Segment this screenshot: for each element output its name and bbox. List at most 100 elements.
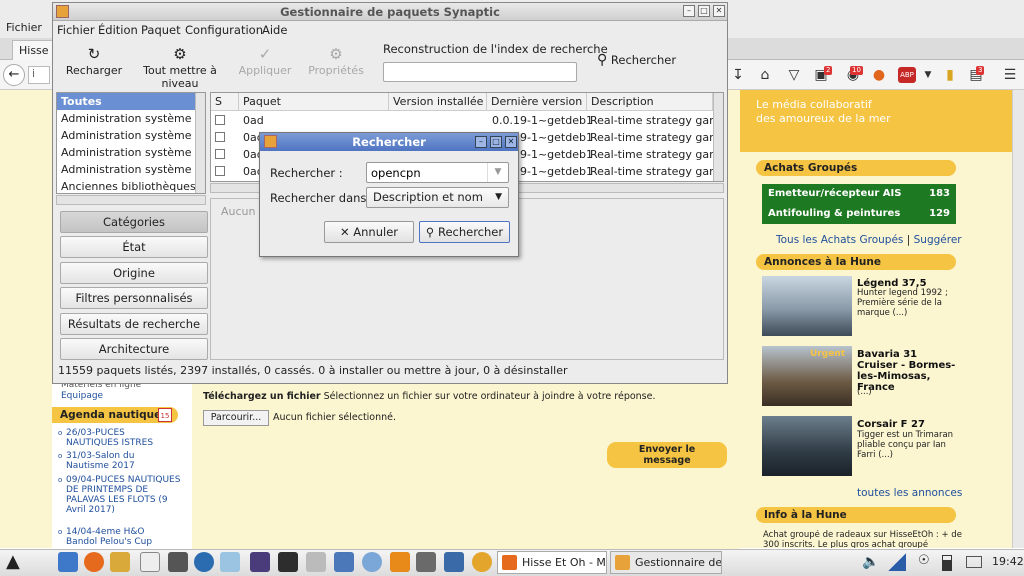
chevron-down-icon[interactable]: ▼ xyxy=(918,65,938,85)
mixer-icon[interactable] xyxy=(416,552,436,572)
annonces-all-link[interactable]: toutes les annonces xyxy=(857,487,962,499)
pocket-icon[interactable]: ▽ xyxy=(784,65,804,85)
maximize-icon[interactable]: □ xyxy=(698,5,710,17)
url-bar[interactable]: i xyxy=(28,66,50,84)
search-button[interactable]: ⚲ Rechercher xyxy=(419,221,510,243)
package-checkbox[interactable] xyxy=(215,115,225,125)
synaptic-launcher-icon[interactable] xyxy=(472,552,492,572)
category-item[interactable]: Administration système (r xyxy=(57,144,195,161)
package-scrollbar[interactable] xyxy=(713,93,723,181)
category-item[interactable]: Administration système (n xyxy=(57,127,195,144)
category-item[interactable]: Administration système xyxy=(57,110,195,127)
achats-suggest-link[interactable]: Suggérer xyxy=(914,234,962,246)
bullet-icon: o xyxy=(58,476,63,484)
filter-search-results-button[interactable]: Résultats de recherche xyxy=(60,313,208,335)
vlc-icon[interactable] xyxy=(390,552,410,572)
column-header-installed[interactable]: Version installée xyxy=(389,93,487,111)
achats-all-link[interactable]: Tous les Achats Groupés xyxy=(776,234,903,246)
brush-icon[interactable] xyxy=(168,552,188,572)
bookmark-icon[interactable]: ▮ xyxy=(940,65,960,85)
category-item[interactable]: Anciennes bibliothèques xyxy=(57,178,195,193)
category-scrollbar[interactable] xyxy=(195,93,205,193)
achats-row[interactable]: Antifouling & peintures 129 xyxy=(768,208,950,219)
ad-title[interactable]: Corsair F 27 xyxy=(857,419,957,430)
close-icon[interactable]: ✕ xyxy=(713,5,725,17)
dialog-maximize-icon[interactable]: □ xyxy=(490,136,502,148)
table-row[interactable]: 0ad 0.0.19-1~getdeb1 Real-time strategy ga… xyxy=(211,112,723,129)
agenda-item[interactable]: 26/03-PUCES NAUTIQUES ISTRES xyxy=(66,428,166,448)
night-icon[interactable] xyxy=(250,552,270,572)
cancel-button[interactable]: ✕ Annuler xyxy=(324,221,414,243)
app-icon-2[interactable] xyxy=(362,552,382,572)
package-checkbox[interactable] xyxy=(215,166,225,176)
calculator-icon[interactable] xyxy=(306,552,326,572)
sailboat-icon[interactable] xyxy=(220,552,240,572)
ad-photo[interactable] xyxy=(762,416,852,476)
package-checkbox[interactable] xyxy=(215,132,225,142)
apply-button[interactable]: ✓ Appliquer xyxy=(236,44,294,77)
search-toolbar-button[interactable]: ⚲ Rechercher xyxy=(597,52,676,68)
terminal-icon[interactable] xyxy=(278,552,298,572)
taskbar-task-synaptic[interactable]: Gestionnaire de ... xyxy=(610,551,722,574)
files-icon[interactable] xyxy=(58,552,78,572)
editor-icon[interactable] xyxy=(140,552,160,572)
info-text: Achat groupé de radeaux sur HisseEtOh : … xyxy=(763,530,962,548)
home-icon[interactable]: ⌂ xyxy=(755,65,775,85)
extension-icon-3[interactable]: ● xyxy=(869,65,889,85)
dialog-close-icon[interactable]: ✕ xyxy=(505,136,517,148)
agenda-item[interactable]: 09/04-PUCES NAUTIQUES DE PRINTEMPS DE PA… xyxy=(66,475,184,515)
category-item[interactable]: Administration système (u xyxy=(57,161,195,178)
browse-button[interactable]: Parcourir... xyxy=(203,410,269,426)
filter-custom-button[interactable]: Filtres personnalisés xyxy=(60,287,208,309)
battery-icon[interactable] xyxy=(942,555,952,571)
left-link[interactable]: Equipage xyxy=(61,391,103,401)
menu-paquet[interactable]: Paquet xyxy=(141,23,181,37)
quick-filter-input[interactable] xyxy=(383,62,577,82)
display-icon[interactable] xyxy=(444,552,464,572)
dialog-minimize-icon[interactable]: – xyxy=(475,136,487,148)
column-header-latest[interactable]: Dernière version xyxy=(487,93,587,111)
send-message-button[interactable]: Envoyer le message xyxy=(607,442,727,468)
mail-icon[interactable] xyxy=(110,552,130,572)
column-header-status[interactable]: S xyxy=(211,93,239,111)
menu-edition[interactable]: Édition xyxy=(98,23,138,37)
category-item[interactable]: Toutes xyxy=(57,93,195,110)
app-icon-1[interactable] xyxy=(334,552,354,572)
firefox-icon[interactable] xyxy=(84,552,104,572)
browser2-icon[interactable] xyxy=(194,552,214,572)
category-hscrollbar[interactable] xyxy=(56,195,206,205)
reload-button[interactable]: ↻ Recharger xyxy=(64,44,124,77)
taskbar-task-firefox[interactable]: Hisse Et Oh - Mo... xyxy=(497,551,607,574)
ad-photo[interactable] xyxy=(762,276,852,336)
agenda-item[interactable]: 31/03-Salon du Nautisme 2017 xyxy=(66,451,156,471)
column-header-package[interactable]: Paquet xyxy=(239,93,389,111)
minimize-icon[interactable]: – xyxy=(683,5,695,17)
keyboard-icon[interactable] xyxy=(966,556,982,568)
menu-aide[interactable]: Aide xyxy=(262,23,287,37)
volume-icon[interactable]: 🔈 xyxy=(862,554,879,570)
start-menu-icon[interactable]: ▲ xyxy=(6,551,52,573)
browser-menu-file[interactable]: Fichier xyxy=(6,21,42,34)
adblock-icon[interactable]: ABP xyxy=(898,67,916,83)
bluetooth-icon[interactable]: ☉ xyxy=(918,553,930,568)
package-checkbox[interactable] xyxy=(215,149,225,159)
back-arrow-icon[interactable]: ← xyxy=(3,64,25,86)
download-icon[interactable]: ↧ xyxy=(728,65,748,85)
upgrade-all-button[interactable]: ⚙ Tout mettre à niveau xyxy=(126,44,234,90)
properties-button[interactable]: ⚙ Propriétés xyxy=(304,44,368,77)
window-title[interactable]: Gestionnaire de paquets Synaptic xyxy=(53,3,727,21)
page-scrollbar[interactable] xyxy=(1012,90,1024,548)
menu-configuration[interactable]: Configuration xyxy=(185,23,263,37)
column-header-description[interactable]: Description xyxy=(587,93,713,111)
menu-fichier[interactable]: Fichier xyxy=(57,23,95,37)
filter-architecture-button[interactable]: Architecture xyxy=(60,338,208,360)
filter-state-button[interactable]: État xyxy=(60,236,208,258)
filter-origin-button[interactable]: Origine xyxy=(60,262,208,284)
network-icon[interactable] xyxy=(888,553,906,571)
query-history-dropdown-icon[interactable]: ▼ xyxy=(487,163,508,182)
hamburger-menu-icon[interactable]: ☰ xyxy=(1000,65,1020,85)
achats-row[interactable]: Emetteur/récepteur AIS 183 xyxy=(768,188,950,199)
search-in-select[interactable]: Description et nom ▼ xyxy=(366,187,509,208)
filter-categories-button[interactable]: Catégories xyxy=(60,211,208,233)
agenda-item[interactable]: 14/04-4eme H&O Bandol Pelou's Cup xyxy=(66,527,166,547)
